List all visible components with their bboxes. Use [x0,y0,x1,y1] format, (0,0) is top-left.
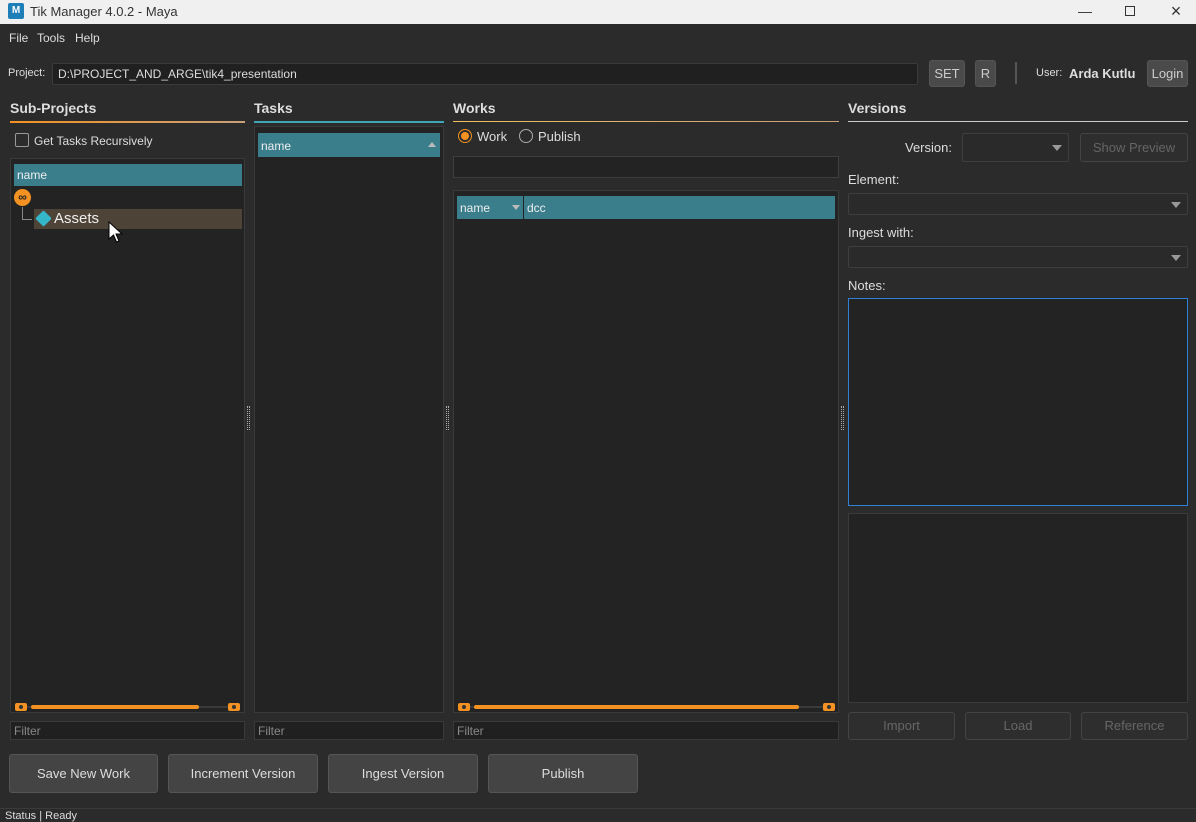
chevron-down-icon [1171,255,1181,261]
mouse-cursor-icon [108,221,124,243]
subprojects-hscrollbar[interactable] [15,703,240,711]
works-filter-input[interactable]: Filter [453,721,839,740]
element-label: Element: [848,172,900,187]
element-dropdown[interactable] [848,193,1188,215]
window-title: Tik Manager 4.0.2 - Maya [30,4,178,19]
menu-help[interactable]: Help [75,31,100,45]
refresh-button[interactable]: R [975,60,996,87]
ingest-with-dropdown[interactable] [848,246,1188,268]
menu-tools[interactable]: Tools [37,31,65,45]
works-dcc-column[interactable]: dcc [524,196,835,219]
title-bar: M Tik Manager 4.0.2 - Maya — × [0,0,1196,24]
publish-radio[interactable] [519,129,533,143]
versions-title: Versions [848,100,907,116]
version-dropdown[interactable] [962,133,1069,162]
cube-icon [35,210,52,227]
thumbnail-preview [848,513,1188,703]
work-radio[interactable] [458,129,472,143]
status-bar: Status | Ready [0,808,1196,822]
subprojects-tree[interactable]: name ∞ Assets [10,158,245,713]
user-name: Arda Kutlu [1069,66,1136,81]
maximize-icon [1125,6,1135,16]
work-radio-label: Work [477,129,508,144]
import-button[interactable]: Import [848,712,955,740]
publish-button[interactable]: Publish [488,754,638,793]
reference-button[interactable]: Reference [1081,712,1188,740]
subprojects-underline [10,121,245,123]
notes-label: Notes: [848,278,886,293]
sort-up-icon [428,142,436,147]
splitter-handle[interactable] [841,406,844,430]
tasks-column-label: name [261,139,292,153]
works-hscrollbar[interactable] [458,703,835,711]
increment-version-button[interactable]: Increment Version [168,754,318,793]
scroll-left-arrow-icon[interactable] [458,703,470,711]
tasks-list[interactable]: name [254,126,444,713]
scroll-right-arrow-icon[interactable] [823,703,835,711]
tree-item-label: Assets [54,210,100,227]
load-button[interactable]: Load [965,712,1071,740]
project-label: Project: [8,67,46,79]
maya-app-icon: M [8,3,24,19]
user-label: User: [1036,67,1063,79]
tasks-underline [254,121,444,123]
root-infinity-icon[interactable]: ∞ [14,189,31,206]
versions-underline [848,121,1188,122]
works-underline [453,121,839,122]
chevron-down-icon [1171,202,1181,208]
splitter-handle[interactable] [446,406,449,430]
set-project-button[interactable]: SET [929,60,965,87]
subprojects-filter-input[interactable]: Filter [10,721,245,740]
scroll-left-arrow-icon[interactable] [15,703,27,711]
ingest-version-button[interactable]: Ingest Version [328,754,478,793]
minimize-button[interactable]: — [1062,0,1108,24]
menu-file[interactable]: File [9,31,28,45]
tasks-name-column[interactable]: name [258,133,440,157]
notes-textarea[interactable] [848,298,1188,506]
sort-down-icon [512,205,520,210]
login-button[interactable]: Login [1147,60,1188,87]
toolbar-separator [1015,62,1017,84]
tasks-filter-input[interactable]: Filter [254,721,444,740]
subprojects-title: Sub-Projects [10,100,97,116]
chevron-down-icon [1052,145,1062,151]
works-title: Works [453,100,496,116]
works-table[interactable]: name dcc [453,190,839,713]
splitter-handle[interactable] [247,406,250,430]
works-search-input[interactable] [453,156,839,178]
recursive-label: Get Tasks Recursively [34,134,153,148]
tree-item-assets[interactable]: Assets [34,209,242,229]
save-new-work-button[interactable]: Save New Work [9,754,158,793]
show-preview-button[interactable]: Show Preview [1080,133,1188,162]
menu-bar: File Tools Help [0,24,1196,51]
close-button[interactable]: × [1153,0,1196,24]
ingest-with-label: Ingest with: [848,225,914,240]
works-name-column[interactable]: name [457,196,523,219]
tasks-title: Tasks [254,100,293,116]
scroll-right-arrow-icon[interactable] [228,703,240,711]
version-label: Version: [905,140,952,155]
project-path-field[interactable]: D:\PROJECT_AND_ARGE\tik4_presentation [52,63,918,85]
works-name-column-label: name [460,201,491,215]
recursive-checkbox[interactable] [15,133,29,147]
tree-branch-line [22,207,32,220]
subprojects-name-column[interactable]: name [14,164,242,186]
maximize-button[interactable] [1107,0,1153,24]
publish-radio-label: Publish [538,129,581,144]
